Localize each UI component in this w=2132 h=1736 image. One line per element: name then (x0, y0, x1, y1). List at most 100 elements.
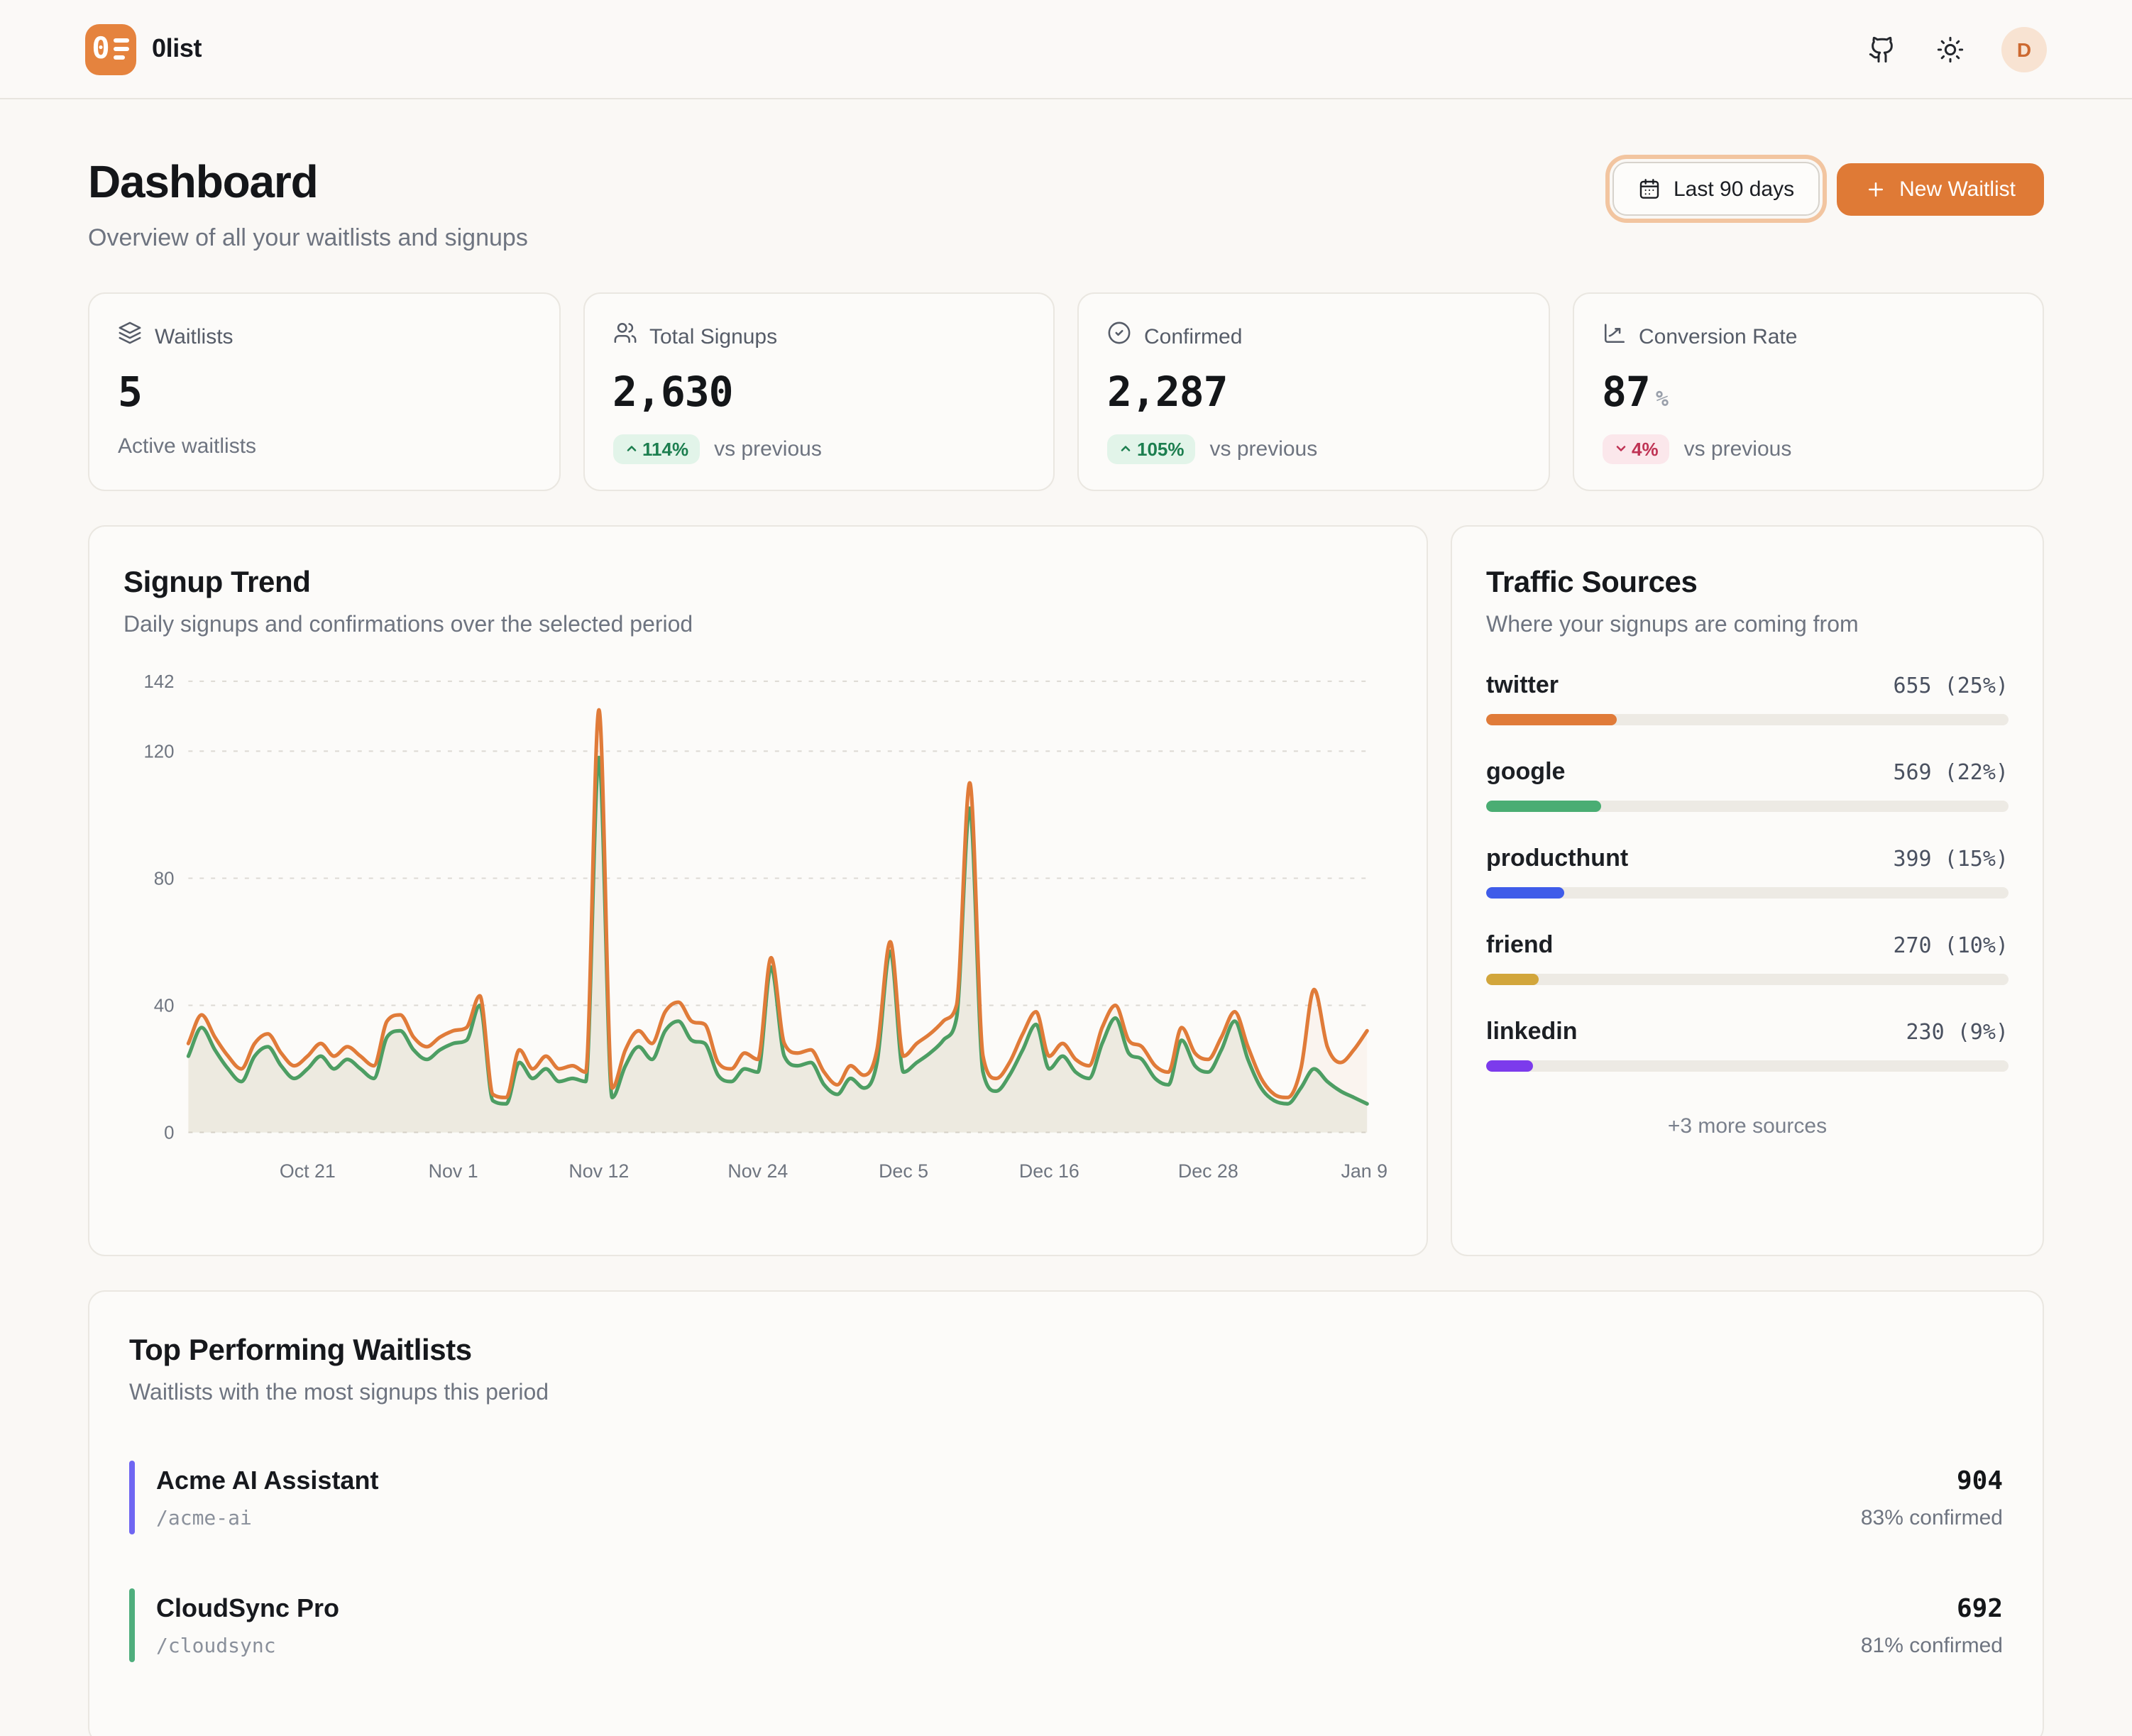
stats-row: Waitlists 5 Active waitlists Total Signu… (88, 292, 2044, 491)
signup-trend-chart: 04080120142Oct 21Nov 1Nov 12Nov 24Dec 5D… (123, 667, 1392, 1192)
stat-value: 2,287 (1107, 368, 1228, 416)
svg-text:Nov 12: Nov 12 (568, 1160, 629, 1182)
waitlist-confirmed-pct: 81% confirmed (1861, 1633, 2003, 1657)
traffic-source-value: 655 (25%) (1893, 673, 2009, 698)
waitlist-signup-count: 692 (1861, 1593, 2003, 1623)
stat-label: Waitlists (155, 324, 233, 348)
trend-caret-icon (624, 439, 638, 460)
svg-text:120: 120 (143, 742, 174, 762)
traffic-source-bar-track (1486, 801, 2009, 812)
svg-text:Dec 5: Dec 5 (879, 1160, 928, 1182)
traffic-source-row: friend 270 (10%) (1486, 931, 2009, 985)
traffic-source-row: google 569 (22%) (1486, 758, 2009, 812)
stat-card: Waitlists 5 Active waitlists (88, 292, 560, 491)
new-waitlist-label: New Waitlist (1899, 178, 2016, 199)
waitlist-signup-count: 904 (1861, 1466, 2003, 1495)
waitlist-row[interactable]: Acme AI Assistant /acme-ai 904 83% confi… (129, 1461, 2003, 1534)
traffic-source-name: producthunt (1486, 845, 1628, 873)
theme-toggle-sun-icon[interactable] (1933, 32, 1967, 66)
more-sources-label: +3 more sources (1486, 1114, 2009, 1138)
traffic-source-value: 399 (15%) (1893, 846, 2009, 872)
traffic-source-name: twitter (1486, 671, 1559, 700)
traffic-source-row: linkedin 230 (9%) (1486, 1018, 2009, 1072)
github-icon[interactable] (1865, 32, 1899, 66)
trending-up-icon (1602, 321, 1626, 352)
stat-sub-text: Active waitlists (118, 434, 256, 458)
top-waitlists-card: Top Performing Waitlists Waitlists with … (88, 1290, 2044, 1736)
stat-sub-text: vs previous (1684, 437, 1792, 461)
waitlist-confirmed-pct: 83% confirmed (1861, 1505, 2003, 1529)
svg-text:80: 80 (154, 869, 175, 889)
plus-icon (1865, 178, 1886, 199)
traffic-source-bar-fill (1486, 1060, 1533, 1072)
stat-card: Total Signups 2,630 114% vs previous (583, 292, 1055, 491)
traffic-source-bar-fill (1486, 974, 1539, 985)
traffic-sources-title: Traffic Sources (1486, 566, 2009, 600)
traffic-sources-subtitle: Where your signups are coming from (1486, 613, 2009, 639)
traffic-source-bar-track (1486, 887, 2009, 899)
new-waitlist-button[interactable]: New Waitlist (1837, 163, 2044, 215)
stat-change-value: 105% (1137, 439, 1185, 460)
traffic-source-bar-fill (1486, 714, 1617, 725)
signup-trend-card: Signup Trend Daily signups and confirmat… (88, 525, 1428, 1256)
date-range-button[interactable]: Last 90 days (1612, 162, 1820, 216)
page-subtitle: Overview of all your waitlists and signu… (88, 224, 528, 253)
traffic-sources-card: Traffic Sources Where your signups are c… (1451, 525, 2044, 1256)
page-title: Dashboard (88, 156, 528, 209)
waitlist-row[interactable]: CloudSync Pro /cloudsync 692 81% confirm… (129, 1588, 2003, 1662)
calendar-icon (1638, 177, 1661, 200)
traffic-source-value: 230 (9%) (1906, 1019, 2009, 1045)
app-name: 0list (152, 34, 202, 64)
check-circle-icon (1107, 321, 1131, 352)
svg-text:Dec 16: Dec 16 (1019, 1160, 1079, 1182)
stat-value: 2,630 (612, 368, 733, 416)
svg-text:Nov 1: Nov 1 (429, 1160, 478, 1182)
waitlist-slug: /cloudsync (156, 1635, 339, 1657)
signup-trend-subtitle: Daily signups and confirmations over the… (123, 613, 1392, 639)
stat-sub-text: vs previous (714, 437, 822, 461)
user-avatar[interactable]: D (2001, 26, 2047, 72)
top-waitlists-subtitle: Waitlists with the most signups this per… (129, 1381, 2003, 1407)
traffic-source-value: 569 (22%) (1893, 759, 2009, 785)
trend-caret-icon (1119, 439, 1133, 460)
dashboard-page: 0 0list D Dashboard (0, 0, 2132, 1736)
stat-label: Confirmed (1144, 324, 1242, 348)
top-waitlists-title: Top Performing Waitlists (129, 1334, 2003, 1368)
stat-change-badge: 114% (612, 434, 700, 464)
stat-value: 5 (118, 368, 142, 416)
svg-text:Oct 21: Oct 21 (280, 1160, 336, 1182)
traffic-source-value: 270 (10%) (1893, 933, 2009, 958)
stat-value-suffix: % (1656, 386, 1669, 412)
stat-label: Conversion Rate (1639, 324, 1797, 348)
svg-text:Dec 28: Dec 28 (1178, 1160, 1238, 1182)
stat-change-badge: 105% (1107, 434, 1196, 464)
traffic-sources-list: twitter 655 (25%) google 569 (22%) produ… (1486, 671, 2009, 1072)
traffic-source-bar-track (1486, 714, 2009, 725)
stat-value: 87 (1602, 368, 1650, 416)
traffic-source-name: google (1486, 758, 1565, 786)
layers-icon (118, 321, 142, 352)
brand[interactable]: 0 0list (85, 23, 202, 75)
traffic-source-row: producthunt 399 (15%) (1486, 845, 2009, 899)
traffic-source-bar-track (1486, 1060, 2009, 1072)
top-waitlists-list: Acme AI Assistant /acme-ai 904 83% confi… (129, 1461, 2003, 1662)
app-logo-icon: 0 (85, 23, 136, 75)
stat-change-value: 4% (1632, 439, 1659, 460)
signup-trend-title: Signup Trend (123, 566, 1392, 600)
traffic-source-bar-fill (1486, 887, 1564, 899)
traffic-source-name: friend (1486, 931, 1553, 960)
stat-sub-text: vs previous (1210, 437, 1318, 461)
stat-card: Conversion Rate 87% 4% vs previous (1572, 292, 2044, 491)
svg-text:0: 0 (164, 1124, 174, 1143)
svg-text:142: 142 (143, 672, 174, 692)
users-icon (612, 321, 637, 352)
stat-change-badge: 4% (1602, 434, 1670, 464)
waitlist-accent-bar (129, 1588, 135, 1662)
traffic-source-bar-fill (1486, 801, 1601, 812)
waitlist-slug: /acme-ai (156, 1507, 378, 1529)
stat-card: Confirmed 2,287 105% vs previous (1077, 292, 1549, 491)
trend-caret-icon (1613, 439, 1627, 460)
stat-label: Total Signups (649, 324, 777, 348)
waitlist-name: Acme AI Assistant (156, 1466, 378, 1495)
waitlist-name: CloudSync Pro (156, 1593, 339, 1623)
